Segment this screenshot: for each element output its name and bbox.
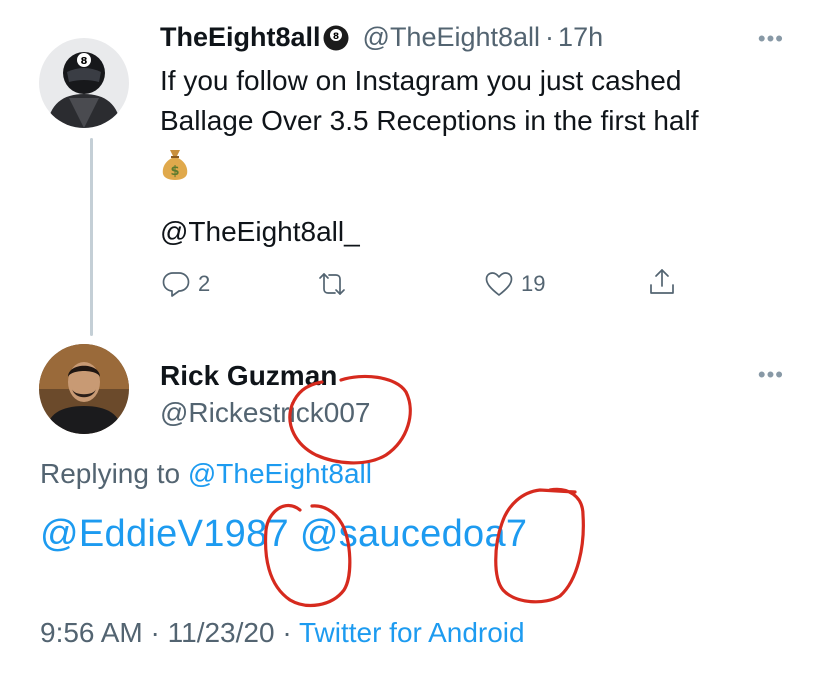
tweet-timestamp[interactable]: 17h [558, 22, 603, 53]
tweet-date[interactable]: 11/23/20 [168, 617, 275, 648]
more-options-icon[interactable]: ••• [758, 28, 784, 50]
user-handle[interactable]: @TheEight8all [363, 22, 541, 53]
tweet-text: If you follow on Instagram you just cash… [160, 61, 780, 181]
display-name[interactable]: Rick Guzman [160, 360, 337, 392]
svg-text:8: 8 [332, 32, 338, 42]
user-handle[interactable]: @Rickestrick007 [160, 397, 370, 429]
tweet-text-line: Ballage Over 3.5 Receptions in the first… [160, 105, 699, 136]
tweet-mention[interactable]: @TheEight8all_ [160, 216, 360, 248]
reply-icon [162, 272, 190, 297]
svg-text:8: 8 [81, 56, 88, 67]
like-count: 19 [521, 271, 546, 296]
avatar-image-person [39, 344, 129, 434]
thread-connector-line [90, 138, 93, 336]
mention-link[interactable]: @EddieV1987 [40, 513, 289, 555]
avatar-image-helmet-rider: 8 [39, 38, 129, 128]
mention-link[interactable]: @saucedoa7 [300, 513, 528, 555]
tweet-meta: 9:56 AM · 11/23/20 · Twitter for Android [40, 617, 525, 649]
heart-icon [485, 272, 513, 296]
tweet1-header: TheEight8all 8 @TheEight8all · 17h [160, 22, 603, 53]
like-button[interactable]: 19 [483, 268, 545, 300]
avatar[interactable] [39, 344, 129, 434]
share-icon [650, 269, 674, 294]
separator-dot: · [545, 22, 555, 52]
svg-text:$: $ [170, 164, 179, 179]
replying-to-label: Replying to [40, 458, 181, 489]
retweet-icon [319, 273, 345, 295]
tweet-action-bar: 2 19 [0, 264, 828, 304]
reply-button[interactable]: 2 [160, 268, 210, 300]
tweet-text-line: If you follow on Instagram you just cash… [160, 65, 682, 96]
reply-count: 2 [198, 271, 211, 296]
display-name[interactable]: TheEight8all [160, 22, 321, 53]
separator-dot: · [282, 617, 292, 648]
share-button[interactable] [646, 266, 678, 298]
separator-dot: · [150, 617, 160, 648]
more-options-icon[interactable]: ••• [758, 364, 784, 386]
reply-text: @EddieV1987 @saucedoa7 [40, 513, 527, 556]
8-ball-emoji-icon: 8 [323, 25, 349, 50]
tweet-source-link[interactable]: Twitter for Android [299, 617, 525, 648]
tweet-time[interactable]: 9:56 AM [40, 617, 143, 648]
avatar[interactable]: 8 [39, 38, 129, 128]
replying-to-handle[interactable]: @TheEight8all [188, 458, 372, 489]
replying-to-line: Replying to @TheEight8all [40, 458, 372, 490]
money-bag-emoji-icon: $ [162, 149, 188, 180]
retweet-button[interactable] [316, 268, 354, 300]
